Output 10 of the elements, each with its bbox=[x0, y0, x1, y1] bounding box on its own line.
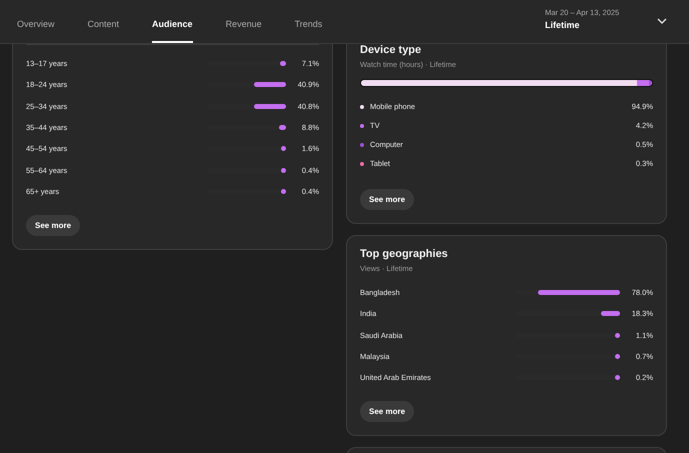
see-more-button[interactable]: See more bbox=[26, 215, 80, 236]
card-title: Device type bbox=[360, 44, 422, 56]
card-title: Top geographies bbox=[360, 248, 449, 260]
tab[interactable]: Revenue bbox=[226, 19, 262, 43]
see-more-button[interactable]: See more bbox=[360, 189, 414, 210]
tab[interactable]: Content bbox=[88, 19, 120, 43]
tab[interactable]: Trends bbox=[294, 19, 322, 43]
tab[interactable]: Overview bbox=[17, 19, 55, 43]
see-more-button[interactable]: See more bbox=[360, 401, 414, 422]
chevron-down-icon bbox=[657, 18, 667, 24]
